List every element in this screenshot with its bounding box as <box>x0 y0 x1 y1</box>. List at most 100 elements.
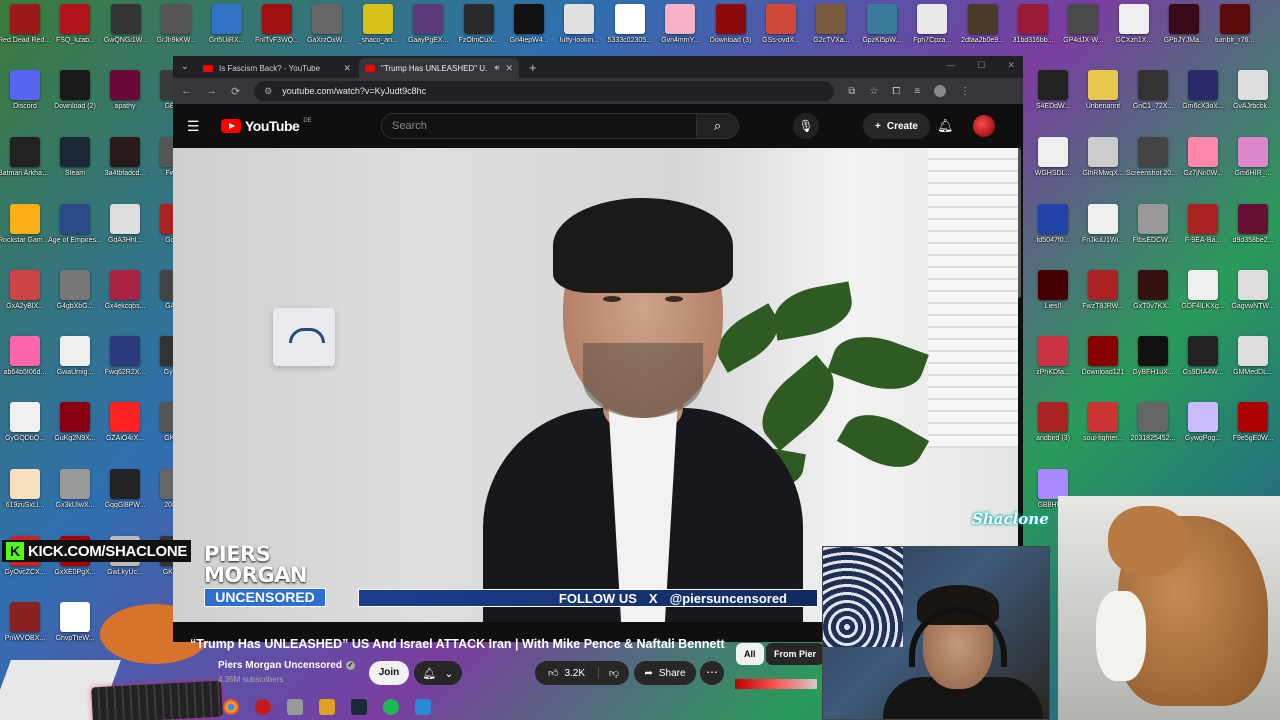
desktop-icon[interactable]: zPhKDfa... <box>1028 336 1078 402</box>
desktop-icon[interactable]: GagvwNTW... <box>1228 270 1278 336</box>
desktop-icon[interactable]: GZAiO4rX... <box>100 402 150 468</box>
desktop-icon[interactable]: GqqGl8PW... <box>100 469 150 535</box>
reload-icon[interactable]: ⟳ <box>231 85 240 98</box>
profile-avatar-icon[interactable] <box>934 85 947 97</box>
desktop-icon[interactable]: Screenshot 2023-06-... <box>1126 137 1180 203</box>
desktop-icon[interactable]: Rockstar Games ... <box>0 204 52 270</box>
desktop-icon[interactable]: GCXzh1X... <box>1109 4 1159 70</box>
desktop-icon[interactable]: PnWVOBX... <box>0 602 50 668</box>
close-tab-icon[interactable]: ✕ <box>343 63 351 74</box>
desktop-icon[interactable]: GlhRMwqX... <box>1078 137 1128 203</box>
desktop-icon[interactable]: GyBFH1uX... <box>1128 336 1178 402</box>
desktop-icon[interactable]: G4gbXbG... <box>50 270 100 336</box>
app-icon-mouse[interactable] <box>287 699 303 715</box>
extensions-icon[interactable]: ⧠ <box>892 86 900 97</box>
desktop-icon[interactable]: andbird (3) <box>1028 402 1078 468</box>
create-button[interactable]: + Create <box>863 113 930 139</box>
desktop-icon[interactable]: FnJkuU1Wi... <box>1078 204 1128 270</box>
tab-is-fascism-back[interactable]: Is Fascism Back? - YouTube ✕ <box>197 58 357 78</box>
desktop-icon[interactable]: FwzT8JRW... <box>1078 270 1128 336</box>
forward-icon[interactable]: → <box>206 85 217 97</box>
desktop-icon[interactable]: F9e5gE0W... <box>1228 402 1278 468</box>
notifications-bell-icon[interactable]: 🔔︎ <box>937 118 954 134</box>
desktop-icon[interactable]: Gx3kUIwX... <box>50 469 100 535</box>
youtube-logo[interactable]: YouTube DE <box>221 118 312 134</box>
desktop-icon[interactable]: Gm6cX3oX... <box>1178 70 1228 136</box>
join-button[interactable]: Join <box>369 661 409 685</box>
search-input[interactable] <box>381 113 697 139</box>
desktop-icon[interactable]: WGHSDL... <box>1028 137 1078 203</box>
desktop-icon[interactable]: GyGQDbQ... <box>0 402 50 468</box>
share-button[interactable]: ➦ Share <box>634 661 696 685</box>
desktop-icon[interactable]: soul-fighter... <box>1078 402 1128 468</box>
desktop-icon[interactable]: FSQ_kzab... <box>50 4 100 70</box>
desktop-icon[interactable]: ab64b5f06d... <box>0 336 50 402</box>
app-icon-red[interactable] <box>255 699 271 715</box>
bookmark-star-icon[interactable]: ☆ <box>869 86 878 97</box>
maximize-icon[interactable]: ☐ <box>977 60 985 71</box>
desktop-icon[interactable]: Gm6HIR_... <box>1228 137 1278 203</box>
file-explorer-icon[interactable] <box>415 699 431 715</box>
address-bar[interactable]: ⚙ youtube.com/watch?v=KyJudt9c8hc <box>254 81 835 101</box>
channel-name[interactable]: Piers Morgan Uncensored ✓ <box>218 660 355 671</box>
desktop-icon[interactable]: GPbJYJMa... <box>1159 4 1209 70</box>
desktop-icon[interactable]: Gz7jNn0W... <box>1178 137 1228 203</box>
browser-menu-icon[interactable]: ⋮ <box>960 86 970 97</box>
desktop-icon[interactable]: GvAJrbcbk... <box>1228 70 1278 136</box>
desktop-icon[interactable]: FtbsEDCW... <box>1128 204 1178 270</box>
desktop-icon[interactable]: GP4dJX-W... <box>1058 4 1108 70</box>
back-icon[interactable]: ← <box>181 85 192 97</box>
desktop-icon[interactable]: GwaUmig... <box>50 336 100 402</box>
desktop-icon[interactable]: Unbenannt <box>1078 70 1128 136</box>
desktop-icon[interactable]: Gs9DfA4W... <box>1178 336 1228 402</box>
desktop-icon[interactable]: Age of Empires... <box>48 204 102 270</box>
desktop-icon[interactable]: 2031825452... <box>1128 402 1178 468</box>
chevron-down-icon[interactable]: ⌄ <box>173 56 197 78</box>
desktop-icon[interactable]: F-9EA-Ba... <box>1178 204 1228 270</box>
desktop-icon[interactable]: Discord <box>0 70 50 136</box>
desktop-icon[interactable]: GDF4lLKXg... <box>1178 270 1228 336</box>
desktop-icon[interactable]: Download121 <box>1078 336 1128 402</box>
desktop-icon[interactable]: GwQNGi1W... <box>101 4 151 70</box>
desktop-icon[interactable]: Batman Arkham As... <box>0 137 52 203</box>
chip-from-pier[interactable]: From Pier <box>766 643 825 665</box>
desktop-icon[interactable]: 3a4fbfadcd... <box>100 137 150 203</box>
desktop-icon[interactable]: Download (2) <box>50 70 100 136</box>
desktop-icon[interactable]: GhvpTteW... <box>50 602 100 668</box>
hamburger-menu-icon[interactable]: ☰ <box>187 118 221 135</box>
desktop-icon[interactable]: S4EDdW... <box>1028 70 1078 136</box>
search-icon[interactable]: ⌕ <box>697 113 739 139</box>
subscribed-bell-button[interactable]: 🔔︎ ⌄ <box>414 661 462 685</box>
close-tab-icon[interactable]: ✕ <box>505 63 513 74</box>
spotify-icon[interactable] <box>383 699 399 715</box>
desktop-icon[interactable]: GnC1_72X... <box>1128 70 1178 136</box>
desktop-icon[interactable]: Steam <box>50 137 100 203</box>
close-window-icon[interactable]: ✕ <box>1007 60 1015 71</box>
desktop-icon[interactable]: apathy <box>100 70 150 136</box>
desktop-icon[interactable]: fd5047f0... <box>1028 204 1078 270</box>
chrome-icon[interactable] <box>223 699 239 715</box>
desktop-icon[interactable]: Red Dead Redempti... <box>0 4 52 70</box>
new-tab-button[interactable]: + <box>521 58 545 78</box>
chip-all[interactable]: All <box>736 643 764 665</box>
desktop-icon[interactable]: GxT0v7KX... <box>1128 270 1178 336</box>
desktop-icon[interactable]: Fwq62R2X... <box>100 336 150 402</box>
dislike-button[interactable]: 👎︎ <box>599 667 629 679</box>
desktop-icon[interactable]: tumblr_r76... <box>1210 4 1260 70</box>
install-app-icon[interactable]: ⧉ <box>848 86 855 97</box>
microphone-icon[interactable]: 🎙︎ <box>793 113 819 139</box>
site-info-icon[interactable]: ⚙ <box>264 86 272 97</box>
desktop-icon[interactable]: GxA2yBlX... <box>0 270 50 336</box>
speaker-icon[interactable]: 🔊︎ <box>494 63 499 73</box>
desktop-icon[interactable]: GMMedDL... <box>1228 336 1278 402</box>
desktop-icon[interactable]: Lies!! <box>1028 270 1078 336</box>
desktop-icon[interactable]: GuKg2N9X... <box>50 402 100 468</box>
like-button[interactable]: 👍︎ 3.2K <box>535 667 599 679</box>
tab-trump-has-unleashed[interactable]: "Trump Has UNLEASHED" U... 🔊︎ ✕ <box>359 58 519 78</box>
media-controls-icon[interactable]: ≡ <box>914 86 920 97</box>
related-video-thumbnail[interactable] <box>735 679 817 689</box>
app-icon-shield[interactable] <box>319 699 335 715</box>
minimize-icon[interactable]: — <box>946 60 955 71</box>
desktop-icon[interactable]: GdA3Hhl... <box>100 204 150 270</box>
steam-icon[interactable] <box>351 699 367 715</box>
